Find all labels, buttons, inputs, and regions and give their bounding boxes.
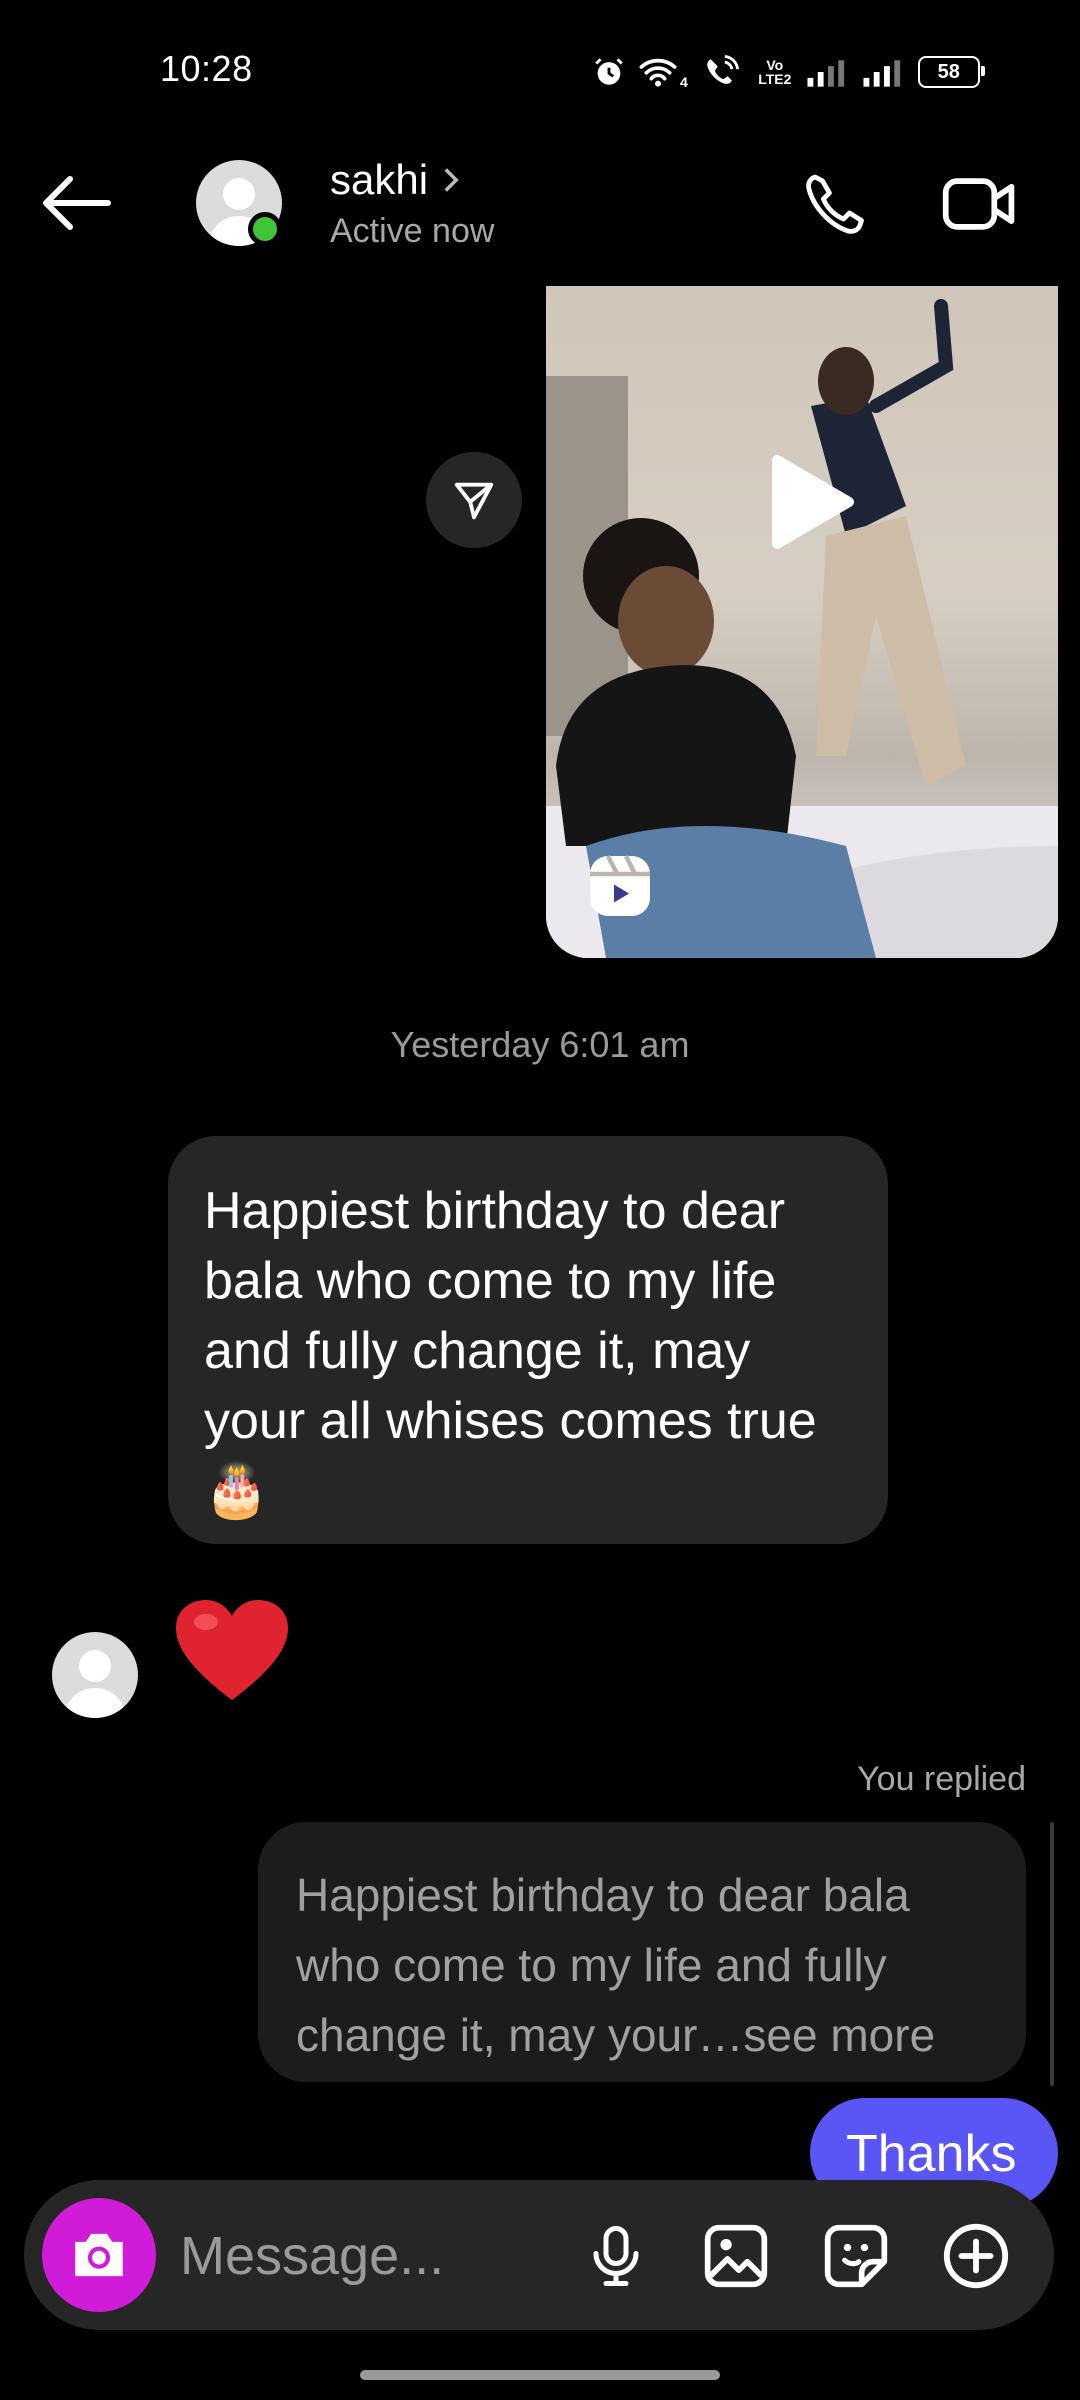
camera-button[interactable] (42, 2198, 156, 2312)
contact-status: Active now (330, 212, 495, 250)
volte-label: Vo LTE2 (758, 57, 792, 87)
battery-level: 58 (937, 60, 960, 83)
message-timestamp: Yesterday 6:01 am (390, 1024, 690, 1065)
contact-name-link[interactable]: sakhi (330, 156, 460, 204)
voice-message-button[interactable] (576, 2216, 656, 2296)
online-status-dot (248, 212, 282, 246)
camera-icon (75, 2233, 123, 2277)
heart-icon[interactable] (172, 1596, 292, 1706)
alarm-icon (595, 58, 623, 85)
chevron-right-icon (444, 168, 459, 192)
image-icon (704, 2224, 768, 2288)
network-type-label: 4 (680, 74, 688, 90)
plus-circle-icon (943, 2223, 1009, 2289)
status-time: 10:28 (160, 48, 253, 89)
reply-indicator-bar (1050, 1822, 1054, 2086)
reels-icon (584, 850, 656, 922)
status-icons: 4 Vo LTE2 58 (592, 50, 985, 94)
audio-call-button[interactable] (800, 168, 880, 248)
microphone-icon (593, 2226, 639, 2286)
more-options-button[interactable] (936, 2216, 1016, 2296)
signal-strength-icon (863, 60, 900, 87)
wifi-calling-icon (707, 55, 739, 84)
video-camera-icon (942, 178, 1015, 230)
sender-avatar[interactable] (52, 1632, 138, 1718)
received-message-text: Happiest birthday to dear bala who come … (204, 1182, 817, 1520)
default-avatar-icon (64, 1650, 126, 1718)
signal-strength-icon (807, 60, 844, 87)
sticker-icon (824, 2224, 888, 2288)
paper-plane-icon (454, 482, 494, 520)
sticker-button[interactable] (816, 2216, 896, 2296)
video-call-button[interactable] (940, 168, 1030, 248)
battery-icon: 58 (917, 56, 985, 88)
reply-quote-bubble[interactable]: Happiest birthday to dear bala who come … (258, 1822, 1026, 2082)
message-input[interactable] (180, 2218, 560, 2294)
reply-quote-text: Happiest birthday to dear bala who come … (296, 1869, 936, 2061)
you-replied-label: You replied (857, 1760, 1026, 1798)
sent-message-text: Thanks (846, 2125, 1017, 2183)
contact-name: sakhi (330, 156, 429, 203)
home-indicator[interactable] (360, 2370, 720, 2380)
wifi-icon (639, 58, 677, 87)
received-message-bubble[interactable]: Happiest birthday to dear bala who come … (168, 1136, 888, 1544)
play-icon[interactable] (757, 452, 857, 552)
back-button[interactable] (40, 168, 130, 238)
share-reel-button[interactable] (426, 452, 522, 548)
arrow-left-icon (43, 176, 111, 230)
gallery-button[interactable] (696, 2216, 776, 2296)
phone-icon (806, 174, 864, 234)
